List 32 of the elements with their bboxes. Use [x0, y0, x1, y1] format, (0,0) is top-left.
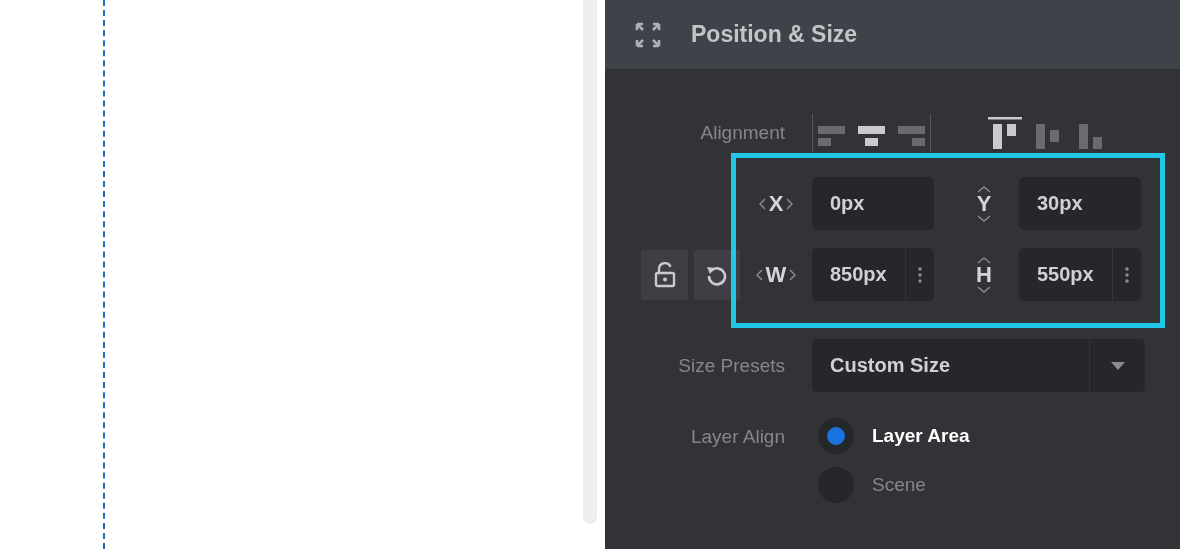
axis-label: Y — [976, 193, 992, 214]
field-label: Size Presets — [677, 354, 785, 377]
axis-label: W — [765, 264, 787, 285]
right-chevron-icon — [786, 197, 794, 210]
field-label: Layer Align — [690, 426, 785, 448]
lock-button[interactable] — [641, 249, 688, 300]
radio-button[interactable] — [818, 418, 854, 454]
panel-title: Position & Size — [691, 21, 858, 48]
up-chevron-icon — [977, 256, 991, 264]
field-label: Alignment — [699, 122, 785, 144]
left-chevron-icon — [758, 197, 766, 210]
radio-label[interactable]: Layer Area — [872, 425, 970, 447]
more-icon — [918, 266, 922, 283]
up-chevron-icon — [977, 185, 991, 193]
axis-label: X — [768, 193, 784, 214]
dropdown-caret-icon — [1110, 361, 1125, 370]
expand-icon — [635, 21, 661, 48]
more-icon — [1125, 266, 1129, 283]
reset-button[interactable] — [694, 249, 740, 300]
input-field[interactable]: 550px — [1019, 248, 1141, 301]
input-field[interactable]: 850px — [812, 248, 934, 301]
right-chevron-icon — [789, 268, 797, 281]
align-top-icon[interactable] — [988, 116, 1022, 150]
axis-label: H — [976, 264, 992, 285]
input-field[interactable]: 0px — [812, 177, 934, 230]
radio-label[interactable]: Scene — [872, 474, 926, 496]
input-field[interactable]: 30px — [1019, 177, 1141, 230]
down-chevron-icon — [977, 214, 991, 222]
left-chevron-icon — [755, 268, 763, 281]
size-dropdown[interactable]: Custom Size — [812, 339, 1145, 392]
unlock-icon — [653, 261, 676, 288]
down-chevron-icon — [977, 285, 991, 293]
